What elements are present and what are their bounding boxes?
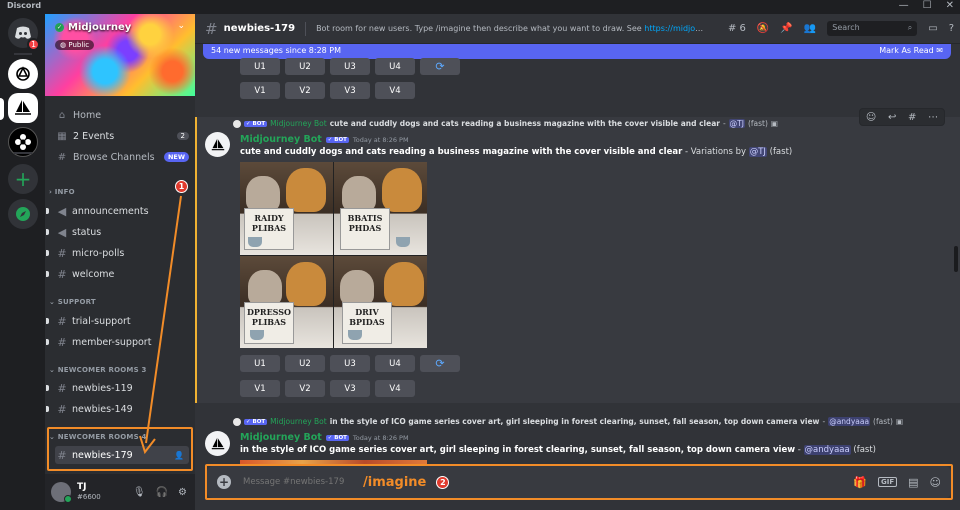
bot-badge: ✓ BOT (325, 434, 349, 441)
reply-reference[interactable]: ✓ BOT Midjourney Bot cute and cuddly dog… (233, 119, 778, 128)
mark-as-read-button[interactable]: Mark As Read ✉ (879, 46, 943, 57)
timestamp: Today at 8:26 PM (352, 135, 409, 144)
mode-label: (fast) (747, 119, 768, 128)
variation-button[interactable]: V4 (375, 82, 415, 99)
mini-avatar (233, 119, 241, 128)
step-marker-2: 2 (436, 475, 450, 489)
reply-reference[interactable]: ✓ BOT Midjourney Bot in the style of ICO… (233, 417, 903, 426)
message-author[interactable]: Midjourney Bot (240, 432, 322, 443)
topic-link[interactable]: https://midjourney.gitb... (644, 24, 708, 33)
new-messages-text: 54 new messages since 8:28 PM (211, 46, 342, 55)
upscale-button[interactable]: U3 (330, 58, 370, 75)
mini-avatar (233, 417, 241, 426)
channel-title: newbies-179 (223, 23, 296, 34)
reply-prompt: cute and cuddly dogs and cats reading a … (329, 119, 720, 128)
message-actions-toolbar: ☺ ↩ # ⋯ (859, 108, 945, 126)
members-icon[interactable]: 👥 (804, 23, 816, 34)
message-input[interactable] (243, 477, 363, 487)
attach-plus-icon[interactable]: + (217, 475, 231, 489)
reroll-button[interactable]: ⟳ (420, 58, 460, 75)
reply-icon[interactable]: ↩ (888, 112, 896, 123)
prompt-text: in the style of ICO game series cover ar… (240, 445, 796, 455)
reply-author: Midjourney Bot (270, 119, 327, 128)
image-tile: RAIDY PLIBAS (240, 162, 333, 255)
prompt-text: cute and cuddly dogs and cats reading a … (240, 147, 683, 157)
bot-avatar[interactable] (205, 431, 230, 456)
timestamp: Today at 8:26 PM (352, 433, 409, 442)
more-icon[interactable]: ⋯ (928, 112, 938, 123)
search-placeholder: Search (832, 23, 860, 32)
mention: @TJ (748, 147, 767, 157)
thread-icon[interactable]: # (908, 112, 916, 123)
chat-area: # newbies-179 Bot room for new users. Ty… (195, 14, 960, 510)
reroll-button[interactable]: ⟳ (420, 355, 460, 372)
mute-bell-icon[interactable]: 🔕 (757, 23, 769, 34)
header-toolbar: # 6 🔕 📌 👥 Search ⌕ ▭ ? (728, 21, 954, 36)
message-composer: + /imagine 2 🎁 GIF ▤ ☺ (207, 466, 951, 498)
mention: @TJ (728, 119, 745, 128)
mode-label: (fast) (873, 417, 893, 426)
imagine-command-annotation: /imagine (363, 474, 427, 490)
paper-cover: BBATIS PHDAS (340, 208, 390, 250)
threads-icon[interactable]: # 6 (728, 23, 746, 34)
reply-prompt: in the style of ICO game series cover ar… (329, 417, 820, 426)
message-content: in the style of ICO game series cover ar… (240, 445, 876, 455)
gift-icon[interactable]: 🎁 (853, 476, 867, 489)
variation-button[interactable]: V1 (240, 380, 280, 397)
help-icon[interactable]: ? (949, 23, 954, 34)
threads-count: 6 (739, 23, 746, 34)
emoji-icon[interactable]: ☺ (930, 476, 941, 489)
image-tile: DRIV BPIDAS (334, 255, 427, 348)
inbox-icon[interactable]: ▭ (928, 23, 937, 34)
variation-button[interactable]: V4 (375, 380, 415, 397)
divider (305, 21, 307, 36)
midjourney-sail-icon (211, 138, 224, 150)
message-content: cute and cuddly dogs and cats reading a … (240, 147, 793, 157)
reply-author: Midjourney Bot (270, 417, 327, 426)
image-tile: DPRESSO PLIBAS (240, 255, 333, 348)
scrollbar[interactable] (954, 246, 958, 272)
variation-button[interactable]: V2 (285, 82, 325, 99)
generated-image-grid[interactable]: RAIDY PLIBAS BBATIS PHDAS DPRESSO PLIBAS DR… (240, 162, 427, 348)
gif-button[interactable]: GIF (877, 477, 898, 487)
image-icon: ▣ (895, 417, 904, 426)
midjourney-sail-icon (211, 437, 224, 449)
upscale-button[interactable]: U4 (375, 355, 415, 372)
step-marker-1: 1 (175, 180, 188, 193)
upscale-button[interactable]: U2 (285, 355, 325, 372)
composer-highlight-annotation: + /imagine 2 🎁 GIF ▤ ☺ (205, 464, 953, 500)
refresh-icon: ⟳ (435, 60, 445, 73)
upscale-button[interactable]: U1 (240, 58, 280, 75)
image-tile: BBATIS PHDAS (334, 162, 427, 255)
channel-header: # newbies-179 Bot room for new users. Ty… (195, 14, 960, 44)
mention: @andyaaa (803, 445, 851, 455)
message-header: Midjourney Bot ✓ BOT Today at 8:26 PM (240, 134, 409, 145)
variation-button[interactable]: V3 (330, 380, 370, 397)
search-icon: ⌕ (907, 23, 913, 32)
variation-button[interactable]: V2 (285, 380, 325, 397)
bot-badge: ✓ BOT (244, 418, 268, 425)
search-input[interactable]: Search ⌕ (827, 21, 918, 36)
add-reaction-icon[interactable]: ☺ (866, 112, 876, 123)
hash-icon: # (205, 19, 218, 38)
refresh-icon: ⟳ (435, 357, 445, 370)
bot-avatar[interactable] (205, 132, 230, 157)
discord-app: Discord — ☐ ✕ 1 + ✓ Midjourney ⌄ ◍ Publi… (0, 0, 960, 510)
new-messages-bar[interactable]: 54 new messages since 8:28 PM Mark As Re… (203, 44, 951, 59)
variation-button[interactable]: V1 (240, 82, 280, 99)
pin-icon[interactable]: 📌 (780, 23, 792, 34)
upscale-button[interactable]: U3 (330, 355, 370, 372)
message-author[interactable]: Midjourney Bot (240, 134, 322, 145)
sticker-icon[interactable]: ▤ (908, 476, 918, 489)
channel-topic[interactable]: Bot room for new users. Type /imagine th… (316, 24, 708, 33)
upscale-button[interactable]: U1 (240, 355, 280, 372)
image-icon: ▣ (770, 119, 778, 128)
bot-badge: ✓ BOT (244, 120, 268, 127)
message-header: Midjourney Bot ✓ BOT Today at 8:26 PM (240, 432, 409, 443)
upscale-button[interactable]: U4 (375, 58, 415, 75)
mention: @andyaaa (828, 417, 871, 426)
bot-badge: ✓ BOT (325, 136, 349, 143)
upscale-button[interactable]: U2 (285, 58, 325, 75)
variation-button[interactable]: V3 (330, 82, 370, 99)
